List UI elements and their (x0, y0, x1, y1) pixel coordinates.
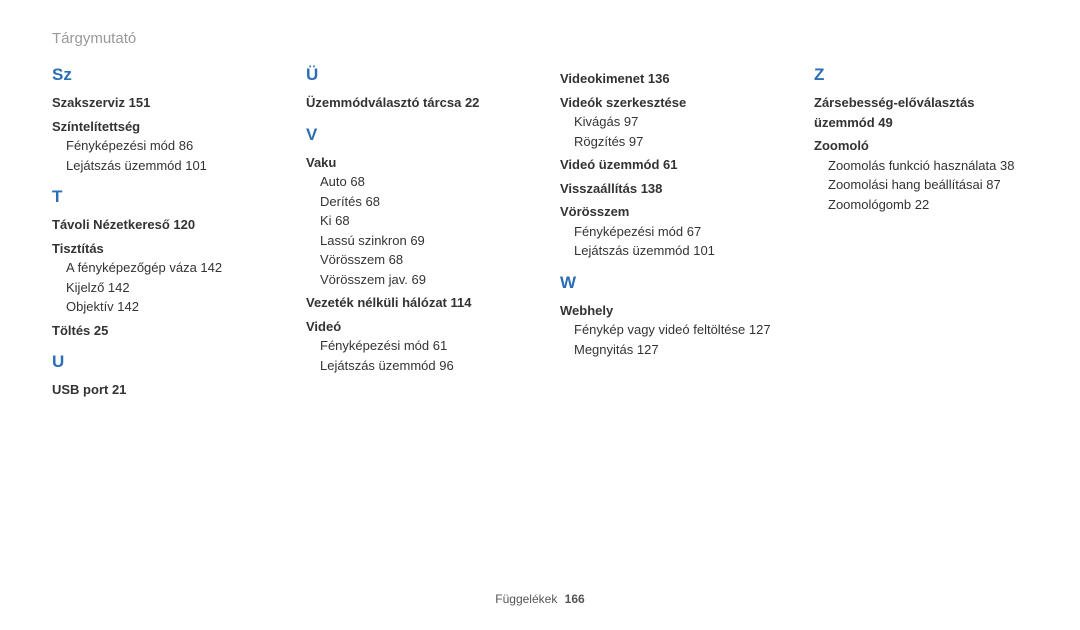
index-subentry: Megnyitás 127 (560, 340, 774, 360)
index-subentry: Rögzítés 97 (560, 132, 774, 152)
index-entry: Vezeték nélküli hálózat 114 (306, 293, 520, 313)
index-subentry: Zoomolási hang beállításai 87 (814, 175, 1028, 195)
index-entry: Zársebesség-előválasztás üzemmód 49 (814, 93, 1028, 132)
index-entry: Színtelítettség (52, 117, 266, 137)
index-subentry: Lejátszás üzemmód 101 (560, 241, 774, 261)
index-subentry: Auto 68 (306, 172, 520, 192)
index-entry: Szakszerviz 151 (52, 93, 266, 113)
index-subentry: Lejátszás üzemmód 101 (52, 156, 266, 176)
index-subentry: Fényképezési mód 67 (560, 222, 774, 242)
index-entry: Távoli Nézetkereső 120 (52, 215, 266, 235)
index-letter-heading: W (560, 273, 774, 293)
index-subentry: A fényképezőgép váza 142 (52, 258, 266, 278)
index-subentry: Lejátszás üzemmód 96 (306, 356, 520, 376)
index-subentry: Vörösszem jav. 69 (306, 270, 520, 290)
page-title: Tárgymutató (52, 30, 1028, 47)
index-subentry: Fényképezési mód 86 (52, 136, 266, 156)
index-entry: Videó (306, 317, 520, 337)
index-subentry: Objektív 142 (52, 297, 266, 317)
index-entry: Tisztítás (52, 239, 266, 259)
index-letter-heading: U (52, 352, 266, 372)
index-subentry: Zoomolás funkció használata 38 (814, 156, 1028, 176)
index-letter-heading: Z (814, 65, 1028, 85)
index-subentry: Lassú szinkron 69 (306, 231, 520, 251)
index-entry: Töltés 25 (52, 321, 266, 341)
index-col-1: Sz Szakszerviz 151 SzíntelítettségFényképe… (52, 65, 266, 400)
index-subentry: Fénykép vagy videó feltöltése 127 (560, 320, 774, 340)
index-entry: Videók szerkesztése (560, 93, 774, 113)
index-col-4: Z Zársebesség-előválasztás üzemmód 49 Zoom… (814, 65, 1028, 400)
index-subentry: Kivágás 97 (560, 112, 774, 132)
index-entry: Vaku (306, 153, 520, 173)
index-subentry: Fényképezési mód 61 (306, 336, 520, 356)
index-entry: Zoomoló (814, 136, 1028, 156)
index-subentry: Zoomológomb 22 (814, 195, 1028, 215)
index-entry: Videokimenet 136 (560, 69, 774, 89)
index-col-2: Ü Üzemmódválasztó tárcsa 22 V VakuAuto 68De… (306, 65, 520, 400)
index-letter-heading: Sz (52, 65, 266, 85)
page-footer: Függelékek 166 (0, 592, 1080, 606)
index-col-3: Videokimenet 136 Videók szerkesztéseKivág… (560, 65, 774, 400)
index-subentry: Vörösszem 68 (306, 250, 520, 270)
index-letter-heading: V (306, 125, 520, 145)
index-entry: Vörösszem (560, 202, 774, 222)
index-letter-heading: T (52, 187, 266, 207)
index-entry: USB port 21 (52, 380, 266, 400)
index-subentry: Kijelző 142 (52, 278, 266, 298)
index-entry: Videó üzemmód 61 (560, 155, 774, 175)
index-letter-heading: Ü (306, 65, 520, 85)
index-subentry: Ki 68 (306, 211, 520, 231)
index-entry: Webhely (560, 301, 774, 321)
footer-page-number: 166 (565, 592, 585, 606)
index-entry: Üzemmódválasztó tárcsa 22 (306, 93, 520, 113)
index-subentry: Derítés 68 (306, 192, 520, 212)
footer-label: Függelékek (495, 592, 557, 606)
index-entry: Visszaállítás 138 (560, 179, 774, 199)
index-columns: SzSzakszerviz 151SzíntelítettségFényképe… (52, 65, 1028, 400)
